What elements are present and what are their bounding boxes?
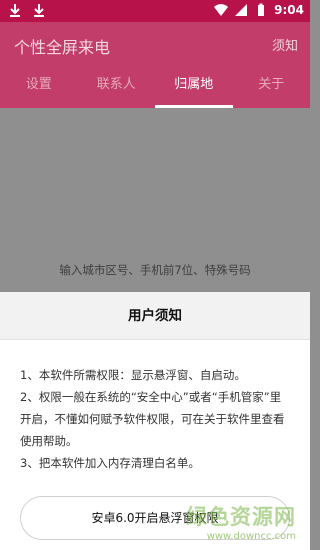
signal-icon xyxy=(235,4,248,16)
tab-bar: 设置 联系人 归属地 关于 xyxy=(0,64,310,108)
content-area: 输入城市区号、手机前7位、特殊号码 xyxy=(0,108,310,292)
download-icon xyxy=(34,4,44,17)
dialog-title: 用户须知 xyxy=(0,292,310,340)
enable-overlay-permission-button[interactable]: 安卓6.0开启悬浮窗权限 xyxy=(20,496,290,540)
notice-button[interactable]: 须知 xyxy=(272,35,298,54)
download-icon xyxy=(10,4,20,17)
tab-contacts[interactable]: 联系人 xyxy=(78,64,156,108)
notice-item: 3、把本软件加入内存清理白名单。 xyxy=(20,456,200,470)
tab-about[interactable]: 关于 xyxy=(233,64,311,108)
search-hint[interactable]: 输入城市区号、手机前7位、特殊号码 xyxy=(0,262,310,278)
battery-icon xyxy=(258,3,265,16)
wifi-icon xyxy=(214,4,229,16)
app-bar: 个性全屏来电 须知 xyxy=(0,22,310,64)
dialog-body: 1、本软件所需权限：显示悬浮窗、自启动。 2、权限一般在系统的“安全中心”或者“… xyxy=(0,340,310,474)
user-notice-dialog: 用户须知 1、本软件所需权限：显示悬浮窗、自启动。 2、权限一般在系统的“安全中… xyxy=(0,292,310,550)
tab-settings[interactable]: 设置 xyxy=(0,64,78,108)
clock: 9:04 xyxy=(274,3,304,17)
app-title: 个性全屏来电 xyxy=(14,38,111,57)
tab-location[interactable]: 归属地 xyxy=(155,64,233,108)
notice-item: 2、权限一般在系统的“安全中心”或者“手机管家”里开启，不懂如何赋予软件权限，可… xyxy=(20,390,285,448)
notice-item: 1、本软件所需权限：显示悬浮窗、自启动。 xyxy=(20,368,246,382)
status-bar: 9:04 xyxy=(0,0,310,22)
